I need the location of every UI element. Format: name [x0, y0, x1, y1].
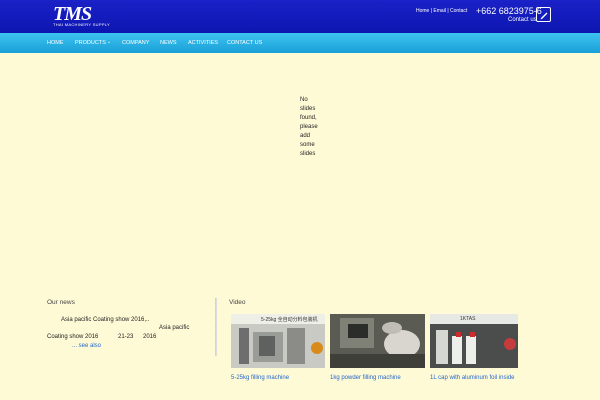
video-thumbnail-1[interactable]: 5-25kg 全自动分料包装机 — [231, 314, 325, 368]
slider-empty-message: No slides found, please add some slides — [300, 97, 318, 157]
video-section-title: Video — [229, 299, 246, 306]
nav-contact-us[interactable]: CONTACT US — [227, 40, 262, 46]
video-thumbnail-image — [330, 314, 425, 368]
video-overlay-text: 1KTAS — [460, 316, 476, 322]
phone-number: +662 6823975-6 — [476, 6, 542, 16]
pencil-icon — [540, 12, 547, 19]
news-see-also-link[interactable]: ... see also — [72, 343, 101, 349]
top-header-bar: TMS THAI MACHINERY SUPPLY Home | Email |… — [0, 0, 600, 33]
nav-company[interactable]: COMPANY — [122, 40, 149, 46]
logo-subtitle: THAI MACHINERY SUPPLY — [53, 22, 110, 27]
site-logo[interactable]: TMS THAI MACHINERY SUPPLY — [53, 3, 110, 28]
video-thumbnail-3[interactable]: 1KTAS — [430, 314, 518, 368]
chevron-down-icon[interactable]: ⌄ — [107, 39, 111, 45]
news-item-title-2: Asia pacific — [159, 325, 190, 331]
video-caption-1[interactable]: 5-25kg filling machine — [231, 375, 289, 381]
video-thumbnail-2[interactable] — [330, 314, 425, 368]
home-link[interactable]: Home — [416, 8, 429, 14]
news-item-year: 2016 — [143, 334, 157, 340]
contact-us-link[interactable]: Contact us — [508, 17, 537, 23]
email-link[interactable]: Email — [433, 8, 446, 14]
nav-products[interactable]: PRODUCTS — [75, 40, 106, 46]
contact-edit-button[interactable] — [536, 7, 551, 22]
news-item-title[interactable]: Asia pacific Coating show 2016,.. — [61, 317, 149, 323]
news-section-title: Our news — [47, 299, 75, 306]
nav-news[interactable]: NEWS — [160, 40, 177, 46]
section-divider — [215, 298, 217, 356]
video-caption-2[interactable]: 1kg powder filling machine — [330, 375, 401, 381]
news-item-line: Coating show 2016 — [47, 334, 99, 340]
video-caption-3[interactable]: 1L cap with aluminum foil inside — [430, 375, 515, 381]
nav-activities[interactable]: ACTIVITIES — [188, 40, 218, 46]
contact-link[interactable]: Contact — [450, 8, 467, 14]
video-overlay-text: 5-25kg 全自动分料包装机 — [261, 317, 318, 323]
news-item-dates: 21-23 — [118, 334, 134, 340]
top-links: Home | Email | Contact — [416, 8, 467, 14]
nav-home[interactable]: HOME — [47, 40, 64, 46]
video-thumbnail-image — [430, 314, 518, 368]
main-navigation: HOME PRODUCTS ⌄ COMPANY NEWS ACTIVITIES … — [0, 33, 600, 53]
